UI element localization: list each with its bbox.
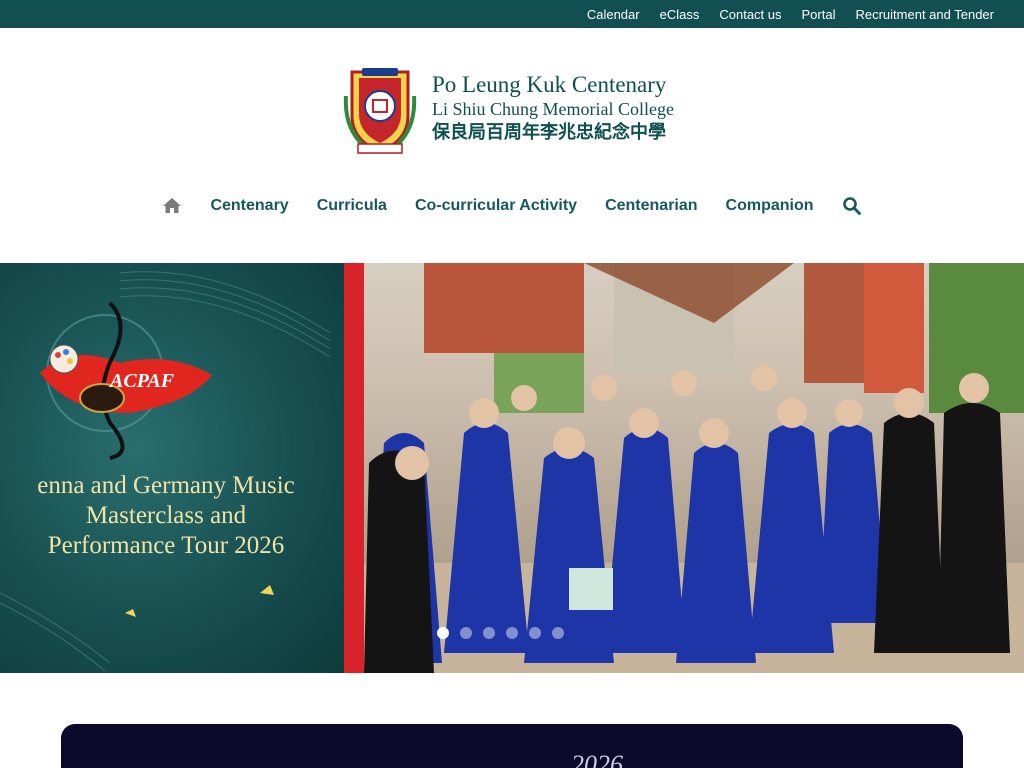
home-icon[interactable] [162, 196, 182, 216]
topbar-link-calendar[interactable]: Calendar [587, 7, 640, 22]
slider-dot-3[interactable] [483, 627, 495, 639]
hero-slide-title: enna and Germany Music Masterclass and P… [0, 471, 346, 561]
search-icon[interactable] [842, 196, 862, 216]
main-navigation: Centenary Curricula Co-curricular Activi… [0, 190, 1024, 222]
slider-dot-4[interactable] [506, 627, 518, 639]
top-utility-bar: Calendar eClass Contact us Portal Recrui… [0, 0, 1024, 28]
topbar-link-recruitment[interactable]: Recruitment and Tender [855, 7, 994, 22]
nav-item-curricula[interactable]: Curricula [317, 197, 387, 215]
school-name-line2: Li Shiu Chung Memorial College [432, 99, 674, 119]
topbar-link-portal[interactable]: Portal [802, 7, 836, 22]
school-crest-icon [343, 68, 417, 154]
school-logo[interactable]: Po Leung Kuk Centenary Li Shiu Chung Mem… [342, 66, 702, 158]
topbar-link-contact-us[interactable]: Contact us [719, 7, 781, 22]
nav-item-centenarian[interactable]: Centenarian [605, 197, 697, 215]
school-name-line1: Po Leung Kuk Centenary [432, 72, 667, 97]
slider-dot-6[interactable] [552, 627, 564, 639]
hero-poster-panel: ACPAF enna and Germany Music Masterclass… [0, 263, 344, 673]
music-staff-decoration [0, 271, 331, 672]
nav-item-centenary[interactable]: Centenary [210, 197, 288, 215]
slider-dot-1[interactable] [437, 627, 449, 639]
choir-group-photo [364, 263, 1024, 673]
slider-pagination [437, 627, 564, 639]
hero-slider[interactable]: ACPAF enna and Germany Music Masterclass… [0, 263, 1024, 673]
banner-year-text: 2026 [571, 750, 623, 768]
hero-title-line2: Masterclass and [85, 502, 247, 529]
nav-item-co-curricular-activity[interactable]: Co-curricular Activity [415, 197, 577, 215]
acpaf-logo-text: ACPAF [110, 370, 175, 392]
hero-title-line3: Performance Tour 2026 [47, 532, 285, 559]
nav-item-companion[interactable]: Companion [726, 197, 814, 215]
topbar-link-eclass[interactable]: eClass [660, 7, 700, 22]
slider-dot-2[interactable] [460, 627, 472, 639]
centenary-banner[interactable]: 2026 [61, 724, 963, 768]
school-name: Po Leung Kuk Centenary Li Shiu Chung Mem… [432, 72, 674, 146]
slider-dot-5[interactable] [529, 627, 541, 639]
poster-red-strip [344, 263, 364, 673]
hero-title-line1: enna and Germany Music [37, 472, 295, 499]
school-name-chinese: 保良局百周年李兆忠紀念中學 [432, 122, 666, 143]
